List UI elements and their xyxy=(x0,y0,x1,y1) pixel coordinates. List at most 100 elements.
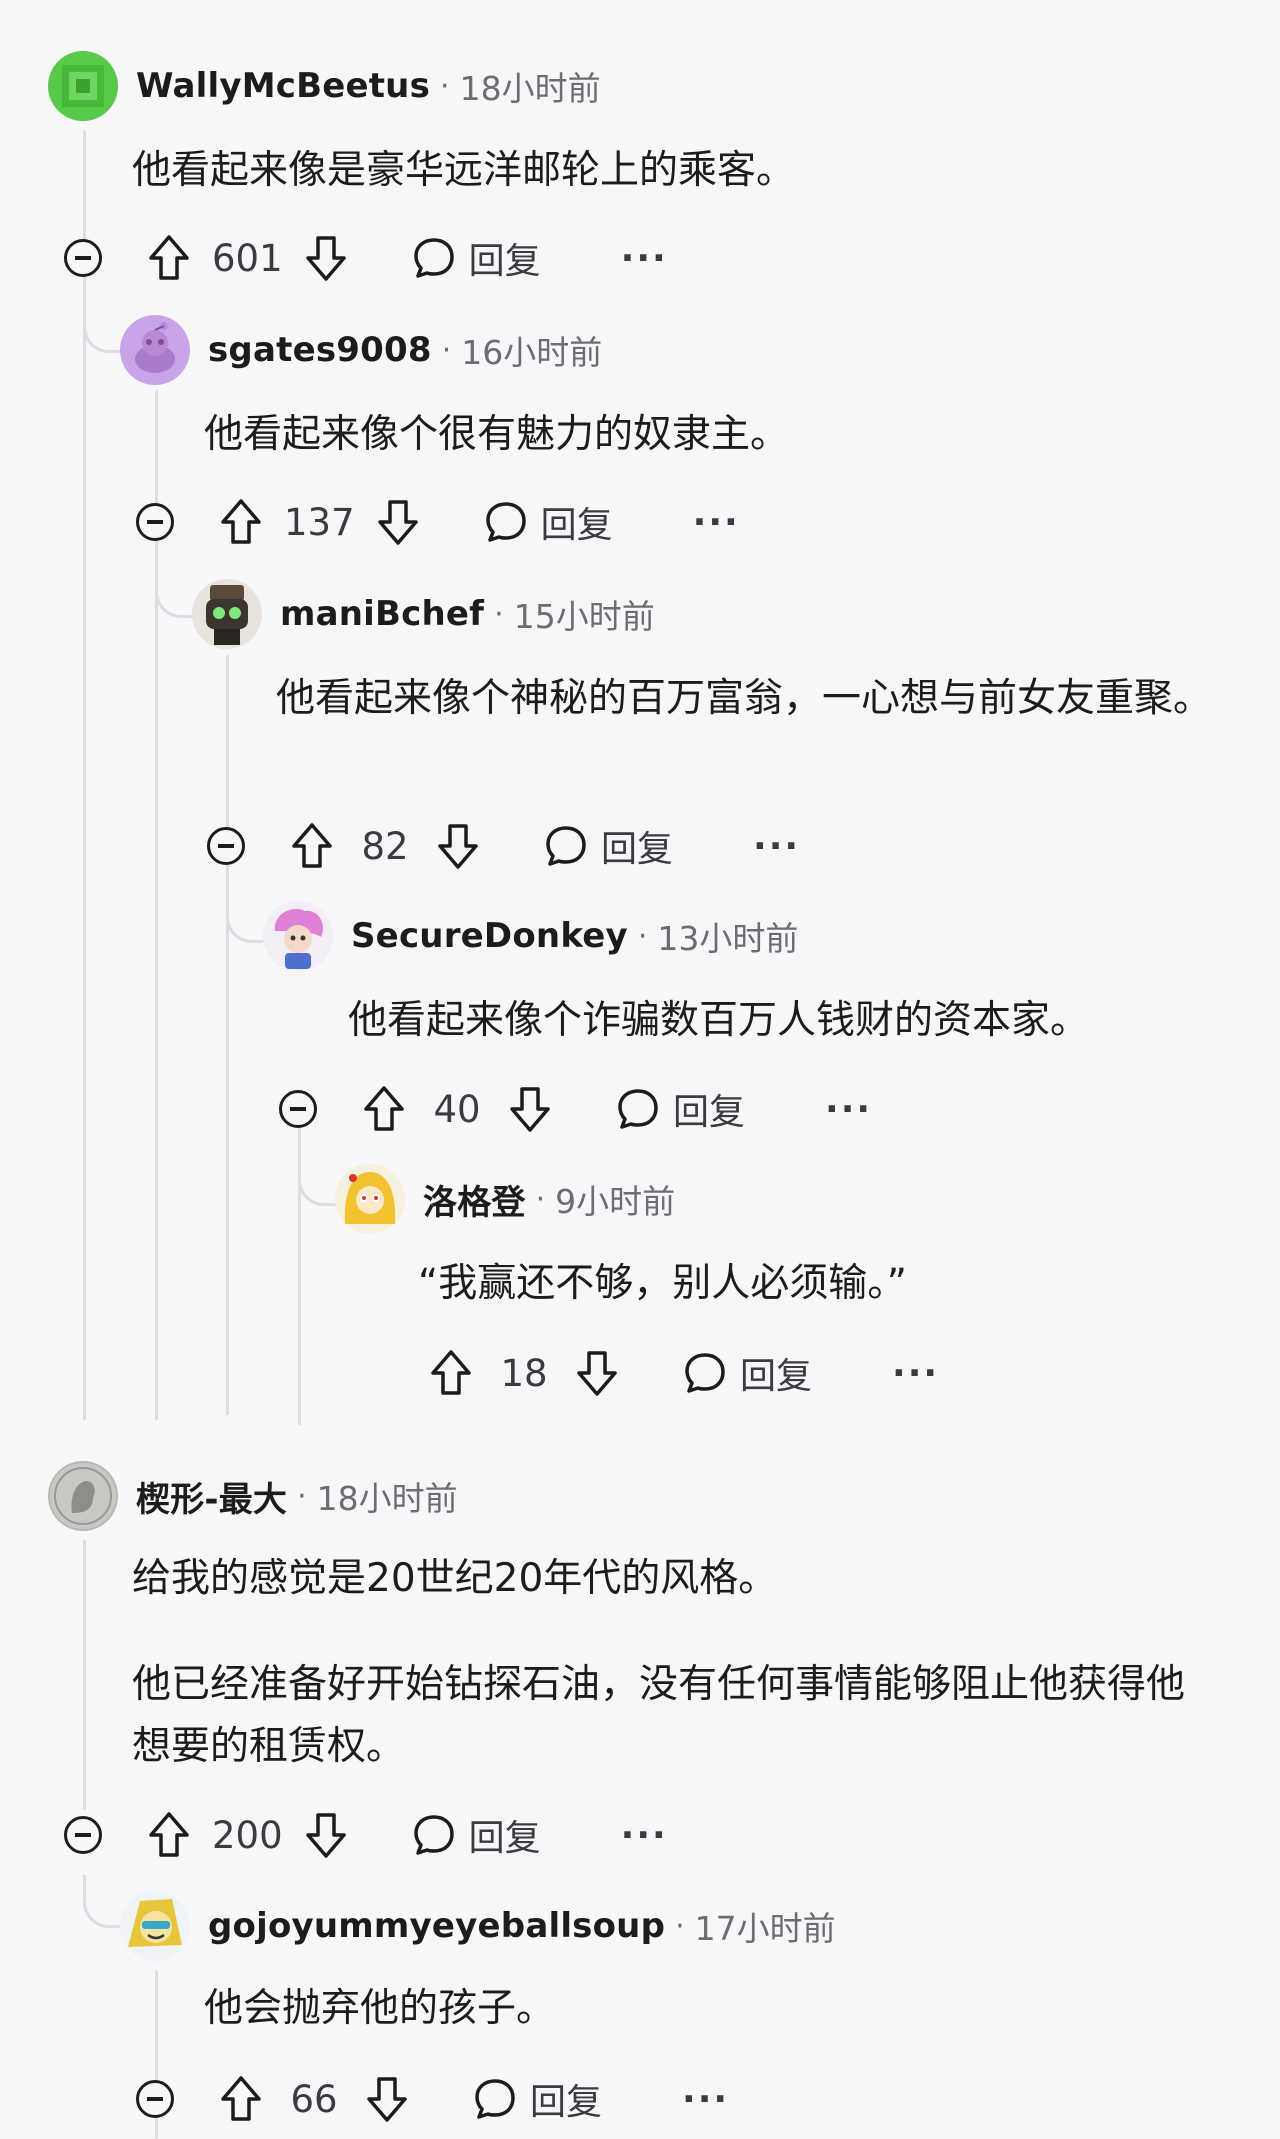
reply-label: 回复 xyxy=(530,2082,603,2123)
thread-connector xyxy=(298,1153,339,1206)
username[interactable]: SecureDonkey xyxy=(351,916,628,956)
reply-button[interactable]: 回复 xyxy=(682,1347,812,1399)
yellow-hood-avatar[interactable] xyxy=(335,1164,405,1234)
thread-line-6 xyxy=(83,1540,86,1810)
comment-bubble-icon xyxy=(413,238,454,278)
comment-actions: 18 回复 ··· xyxy=(428,1343,939,1403)
comment-actions: 601 回复 ··· xyxy=(64,228,668,288)
comment-actions: 200 回复 ··· xyxy=(64,1805,668,1865)
upvote-icon[interactable] xyxy=(146,233,192,283)
reply-button[interactable]: 回复 xyxy=(411,1809,541,1861)
comment-actions: 137 回复 ··· xyxy=(136,492,740,552)
more-options-button[interactable]: ··· xyxy=(825,1089,872,1130)
vote-score: 66 xyxy=(290,2077,338,2121)
collapse-thread-button[interactable] xyxy=(64,239,102,277)
comment-body: 他看起来像个很有魅力的奴隶主。 xyxy=(204,404,1214,466)
reply-label: 回复 xyxy=(540,505,613,546)
upvote-icon[interactable] xyxy=(289,821,335,871)
reply-button[interactable]: 回复 xyxy=(615,1083,745,1135)
reply-label: 回复 xyxy=(601,829,674,870)
pixel-green-avatar[interactable] xyxy=(48,51,118,121)
comment-bubble-icon xyxy=(546,826,586,866)
more-options-button[interactable]: ··· xyxy=(693,502,740,543)
comment-body: 他会抛弃他的孩子。 xyxy=(204,1978,1214,2040)
comment-paragraph: 他看起来像个诈骗数百万人钱财的资本家。 xyxy=(348,998,1090,1043)
username[interactable]: 楔形-最大 xyxy=(136,1472,287,1521)
coin-portrait-avatar[interactable] xyxy=(48,1461,118,1531)
reply-button[interactable]: 回复 xyxy=(483,496,613,548)
username[interactable]: WallyMcBeetus xyxy=(136,66,430,106)
upvote-icon[interactable] xyxy=(218,497,264,547)
comment-header: gojoyummyeyeballsoup · 17小时前 xyxy=(120,1890,836,1962)
more-options-button[interactable]: ··· xyxy=(753,826,800,867)
reply-label: 回复 xyxy=(673,1092,746,1133)
username[interactable]: sgates9008 xyxy=(208,330,432,370)
separator-dot: · xyxy=(637,918,648,954)
reply-button[interactable]: 回复 xyxy=(543,820,673,872)
comment-body: 给我的感觉是20世纪20年代的风格。 他已经准备好开始钻探石油，没有任何事情能够… xyxy=(132,1548,1222,1778)
more-options-button[interactable]: ··· xyxy=(892,1353,939,1394)
comment-actions: 66 回复 ··· xyxy=(136,2069,729,2129)
username[interactable]: 洛格登 xyxy=(423,1175,526,1224)
comment-paragraph: 他看起来像个很有魅力的奴隶主。 xyxy=(204,412,790,457)
timestamp: 9小时前 xyxy=(555,1182,676,1221)
comment-bubble-icon xyxy=(485,502,526,542)
downvote-icon[interactable] xyxy=(435,821,481,871)
downvote-icon[interactable] xyxy=(375,497,421,547)
comment-bubble-icon xyxy=(475,2079,515,2119)
separator-dot: · xyxy=(535,1181,546,1217)
more-options-button[interactable]: ··· xyxy=(621,238,668,279)
downvote-icon[interactable] xyxy=(574,1348,620,1398)
upvote-icon[interactable] xyxy=(428,1348,474,1398)
collapse-thread-button[interactable] xyxy=(64,1816,102,1854)
thread-line-3 xyxy=(226,655,229,1415)
comment-body: 他看起来像是豪华远洋邮轮上的乘客。 xyxy=(132,140,1212,202)
downvote-icon[interactable] xyxy=(303,1810,349,1860)
comment-header: 楔形-最大 · 18小时前 xyxy=(48,1460,458,1532)
separator-dot: · xyxy=(675,1908,685,1944)
gojo-avatar[interactable] xyxy=(120,1891,190,1961)
comment-header: SecureDonkey · 13小时前 xyxy=(263,900,798,972)
upvote-icon[interactable] xyxy=(146,1810,192,1860)
collapse-thread-button[interactable] xyxy=(279,1090,317,1128)
comment-paragraph: 他已经准备好开始钻探石油，没有任何事情能够阻止他获得他想要的租赁权。 xyxy=(132,1662,1186,1769)
vote-score: 40 xyxy=(433,1087,481,1131)
vote-score: 18 xyxy=(500,1351,548,1395)
snoo-default-avatar[interactable] xyxy=(120,315,190,385)
vote-score: 137 xyxy=(284,500,355,544)
collapse-thread-button[interactable] xyxy=(136,503,174,541)
pink-hair-avatar[interactable] xyxy=(263,901,333,971)
more-options-button[interactable]: ··· xyxy=(682,2079,729,2120)
downvote-icon[interactable] xyxy=(507,1084,553,1134)
comment-bubble-icon xyxy=(685,1353,725,1393)
timestamp: 13小时前 xyxy=(657,919,799,958)
comment-paragraph: 他看起来像个神秘的百万富翁，一心想与前女友重聚。 xyxy=(276,676,1213,721)
username[interactable]: maniBchef xyxy=(280,594,484,634)
downvote-icon[interactable] xyxy=(364,2074,410,2124)
comment-body: “我赢还不够，别人必须输。” xyxy=(418,1253,1218,1315)
comment-paragraph: 他会抛弃他的孩子。 xyxy=(204,1986,556,2031)
robot-chef-avatar[interactable] xyxy=(192,579,262,649)
comment-paragraph: “我赢还不够，别人必须输。” xyxy=(418,1261,907,1306)
username[interactable]: gojoyummyeyeballsoup xyxy=(208,1906,665,1946)
downvote-icon[interactable] xyxy=(303,233,349,283)
vote-score: 601 xyxy=(212,236,283,280)
thread-connector xyxy=(226,890,267,943)
upvote-icon[interactable] xyxy=(218,2074,264,2124)
reply-button[interactable]: 回复 xyxy=(472,2073,602,2125)
reply-label: 回复 xyxy=(468,1818,541,1859)
comment-paragraph: 给我的感觉是20世纪20年代的风格。 xyxy=(132,1556,778,1601)
reply-label: 回复 xyxy=(468,241,541,282)
collapse-thread-button[interactable] xyxy=(136,2080,174,2118)
timestamp: 18小时前 xyxy=(316,1479,458,1518)
timestamp: 17小时前 xyxy=(694,1909,836,1948)
reply-button[interactable]: 回复 xyxy=(411,232,541,284)
thread-connector xyxy=(155,565,196,618)
separator-dot: · xyxy=(440,68,450,104)
comment-header: maniBchef · 15小时前 xyxy=(192,578,655,650)
collapse-thread-button[interactable] xyxy=(207,827,245,865)
comment-header: sgates9008 · 16小时前 xyxy=(120,314,602,386)
upvote-icon[interactable] xyxy=(361,1084,407,1134)
more-options-button[interactable]: ··· xyxy=(621,1815,668,1856)
comment-paragraph: 他看起来像是豪华远洋邮轮上的乘客。 xyxy=(132,148,796,193)
